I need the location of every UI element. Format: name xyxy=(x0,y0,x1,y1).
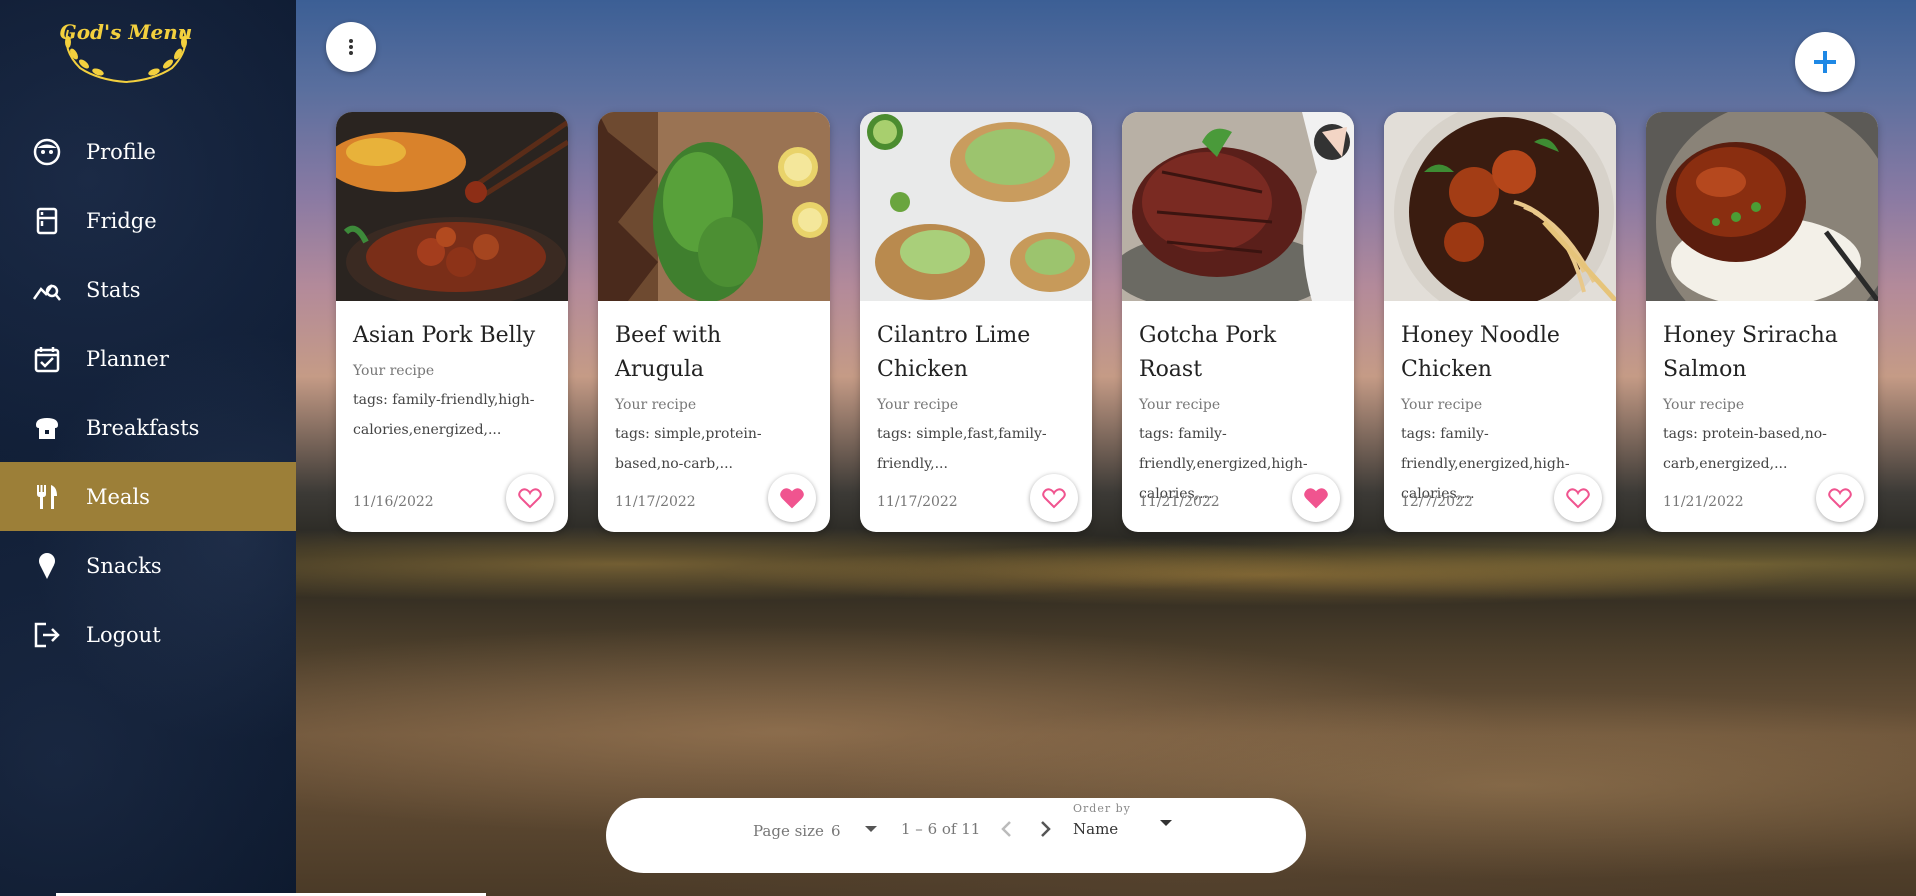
fridge-icon xyxy=(31,205,63,237)
add-recipe-button[interactable] xyxy=(1795,32,1855,92)
recipe-title: Honey Noodle Chicken xyxy=(1401,323,1560,382)
recipe-card[interactable]: Honey Sriracha Salmon Your recipe tags: … xyxy=(1646,112,1878,532)
sidebar-item-label: Stats xyxy=(86,277,141,302)
recipe-tags: tags: simple,fast,family-friendly,... xyxy=(877,426,1047,472)
stats-icon xyxy=(31,274,63,306)
sidebar-item-label: Snacks xyxy=(86,553,162,578)
recipe-owner: Your recipe xyxy=(1663,397,1745,413)
page-size-dropdown[interactable] xyxy=(863,820,879,840)
caret-down-icon xyxy=(1160,820,1172,826)
recipe-card-list: Asian Pork Belly Your recipe tags: famil… xyxy=(336,112,1878,532)
heart-outline-icon xyxy=(518,488,542,509)
calendar-check-icon xyxy=(31,343,63,375)
recipe-image xyxy=(860,112,1092,301)
order-by-label: Order by xyxy=(1073,802,1131,815)
favorite-button[interactable] xyxy=(768,474,816,522)
sidebar-item-snacks[interactable]: Snacks xyxy=(0,531,296,600)
background-lights xyxy=(296,520,1916,630)
next-page-button[interactable] xyxy=(1036,820,1054,842)
heart-filled-icon xyxy=(1304,488,1328,509)
recipe-image xyxy=(1384,112,1616,301)
sidebar-item-profile[interactable]: Profile xyxy=(0,117,296,186)
recipe-image xyxy=(1122,112,1354,301)
paginator: Page size 6 1 – 6 of 11 Order by Name xyxy=(606,798,1306,873)
recipe-title: Cilantro Lime Chicken xyxy=(877,323,1031,382)
previous-page-button[interactable] xyxy=(998,820,1016,842)
recipe-owner: Your recipe xyxy=(877,397,959,413)
recipe-title: Asian Pork Belly xyxy=(353,323,536,348)
chevron-right-icon xyxy=(1041,821,1051,837)
sidebar-item-logout[interactable]: Logout xyxy=(0,600,296,669)
bread-icon xyxy=(31,412,63,444)
sidebar-item-stats[interactable]: Stats xyxy=(0,255,296,324)
recipe-image xyxy=(336,112,568,301)
sidebar-item-label: Breakfasts xyxy=(86,415,200,440)
recipe-tags: tags: simple,protein-based,no-carb,... xyxy=(615,426,762,472)
recipe-card[interactable]: Cilantro Lime Chicken Your recipe tags: … xyxy=(860,112,1092,532)
recipe-title: Honey Sriracha Salmon xyxy=(1663,323,1838,382)
recipe-card[interactable]: Honey Noodle Chicken Your recipe tags: f… xyxy=(1384,112,1616,532)
caret-down-icon xyxy=(865,826,877,832)
recipe-image xyxy=(598,112,830,301)
sidebar-item-label: Profile xyxy=(86,139,156,164)
logout-icon xyxy=(31,619,63,651)
page-range: 1 – 6 of 11 xyxy=(901,820,981,838)
more-vert-icon xyxy=(349,39,353,55)
favorite-button[interactable] xyxy=(1030,474,1078,522)
page-size-value[interactable]: 6 xyxy=(831,822,841,840)
sidebar-item-breakfasts[interactable]: Breakfasts xyxy=(0,393,296,462)
recipe-title: Gotcha Pork Roast xyxy=(1139,323,1277,382)
recipe-card[interactable]: Gotcha Pork Roast Your recipe tags: fami… xyxy=(1122,112,1354,532)
sidebar-item-label: Fridge xyxy=(86,208,157,233)
page-size-label: Page size xyxy=(753,822,824,840)
utensils-icon xyxy=(31,481,63,513)
recipe-owner: Your recipe xyxy=(615,397,697,413)
face-icon xyxy=(31,136,63,168)
recipe-date: 11/17/2022 xyxy=(877,494,958,510)
logo-text: God's Menu xyxy=(59,20,193,44)
recipe-card[interactable]: Asian Pork Belly Your recipe tags: famil… xyxy=(336,112,568,532)
ice-cream-icon xyxy=(31,550,63,582)
heart-outline-icon xyxy=(1042,488,1066,509)
heart-outline-icon xyxy=(1828,488,1852,509)
recipe-tags: tags: family-friendly,high-calories,ener… xyxy=(353,392,535,438)
heart-filled-icon xyxy=(780,488,804,509)
app-logo[interactable]: God's Menu xyxy=(58,16,194,86)
recipe-card[interactable]: Beef with Arugula Your recipe tags: simp… xyxy=(598,112,830,532)
sidebar-item-planner[interactable]: Planner xyxy=(0,324,296,393)
more-menu-button[interactable] xyxy=(326,22,376,72)
recipe-owner: Your recipe xyxy=(1139,397,1221,413)
favorite-button[interactable] xyxy=(1554,474,1602,522)
recipe-image xyxy=(1646,112,1878,301)
order-by-select[interactable]: Name xyxy=(1073,820,1118,838)
sidebar-item-label: Logout xyxy=(86,622,161,647)
recipe-date: 11/21/2022 xyxy=(1663,494,1744,510)
recipe-date: 12/7/2022 xyxy=(1401,494,1473,510)
order-by-dropdown[interactable] xyxy=(1158,814,1174,834)
recipe-tags: tags: protein-based,no-carb,energized,..… xyxy=(1663,426,1827,472)
plus-icon xyxy=(1814,51,1836,73)
sidebar-item-label: Planner xyxy=(86,346,169,371)
sidebar-item-meals[interactable]: Meals xyxy=(0,462,296,531)
recipe-date: 11/16/2022 xyxy=(353,494,434,510)
recipe-owner: Your recipe xyxy=(1401,397,1483,413)
sidebar-nav: Profile Fridge Stats Planner Breakfasts xyxy=(0,117,296,669)
favorite-button[interactable] xyxy=(506,474,554,522)
chevron-left-icon xyxy=(1001,821,1011,837)
sidebar-item-label: Meals xyxy=(86,484,150,509)
sidebar: God's Menu Profile Fridge Stats Planner xyxy=(0,0,296,896)
recipe-date: 11/17/2022 xyxy=(615,494,696,510)
heart-outline-icon xyxy=(1566,488,1590,509)
favorite-button[interactable] xyxy=(1292,474,1340,522)
recipe-title: Beef with Arugula xyxy=(615,323,722,382)
recipe-owner: Your recipe xyxy=(353,363,435,379)
favorite-button[interactable] xyxy=(1816,474,1864,522)
sidebar-item-fridge[interactable]: Fridge xyxy=(0,186,296,255)
recipe-date: 11/21/2022 xyxy=(1139,494,1220,510)
